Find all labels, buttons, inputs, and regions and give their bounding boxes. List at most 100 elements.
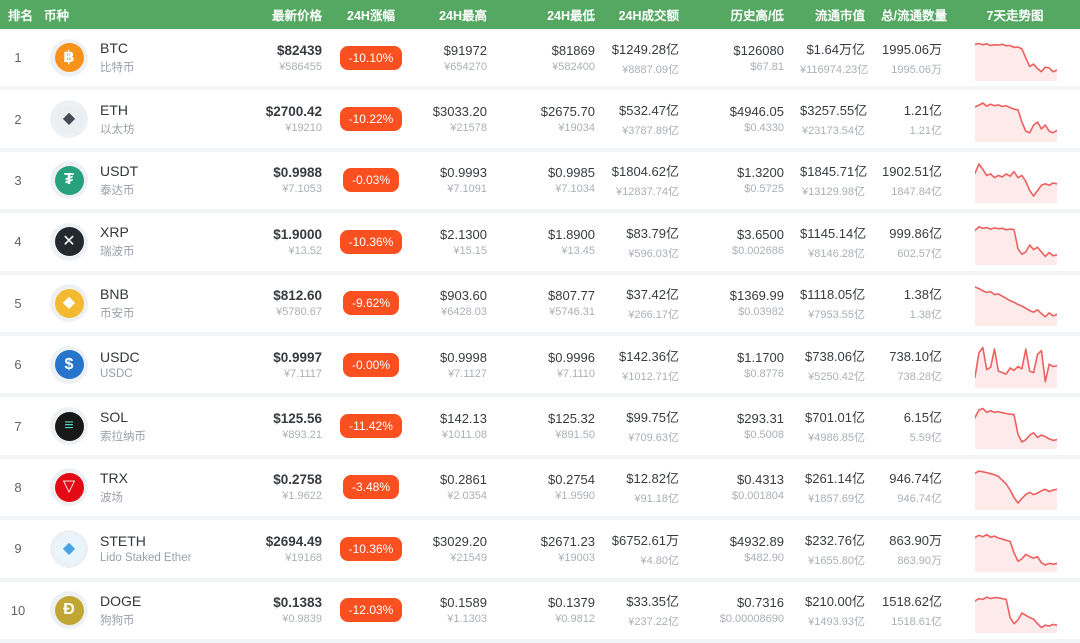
- price-cny: ¥586455: [258, 61, 322, 73]
- low-usd: $2675.70: [503, 104, 595, 119]
- coin-icon-halo: $: [50, 346, 88, 384]
- coin-icon-halo: ◆: [50, 284, 88, 322]
- high-cell: $903.60 ¥6428.03: [412, 288, 495, 318]
- volume-usd: $12.82亿: [611, 468, 679, 487]
- ath-value: $4946.05: [695, 104, 784, 119]
- ath-atl-cell: $1.1700 $0.8776: [687, 350, 792, 380]
- latest-price-cell: $82439 ¥586455: [250, 43, 330, 73]
- change-badge: -0.03%: [343, 168, 399, 192]
- volume-cell: $142.36亿 ¥1012.71亿: [603, 346, 687, 384]
- volume-cell: $12.82亿 ¥91.18亿: [603, 468, 687, 506]
- change-cell: -10.36%: [330, 537, 412, 561]
- low-usd: $807.77: [503, 288, 595, 303]
- market-cap-cell: $3257.55亿 ¥23173.54亿: [792, 100, 873, 138]
- table-header: 排名 币种 最新价格 24H涨幅 24H最高 24H最低 24H成交额 历史高/…: [0, 0, 1080, 29]
- trend-cell: [950, 342, 1080, 388]
- table-row[interactable]: 2 ◆ ETH 以太坊 $2700.42 ¥19210 -10.22% $303…: [0, 90, 1080, 151]
- volume-cny: ¥12837.74亿: [611, 183, 679, 199]
- change-badge: -10.36%: [340, 230, 403, 254]
- supply-cell: 1.21亿 1.21亿: [873, 100, 950, 138]
- coin-name: 比特币: [100, 59, 135, 75]
- price-cny: ¥7.1053: [258, 183, 322, 195]
- low-usd: $81869: [503, 43, 595, 58]
- change-badge: -0.00%: [343, 353, 399, 377]
- change-cell: -10.22%: [330, 107, 412, 131]
- volume-cny: ¥8887.09亿: [611, 61, 679, 77]
- coin-name: 泰达币: [100, 182, 138, 198]
- ath-value: $4932.89: [695, 534, 784, 549]
- supply-circulating: 1.21亿: [881, 122, 942, 138]
- coin-cell[interactable]: ₮ USDT 泰达币: [36, 161, 250, 199]
- table-row[interactable]: 1 ฿ BTC 比特币 $82439 ¥586455 -10.10% $9197…: [0, 29, 1080, 90]
- mcap-usd: $1845.71亿: [800, 161, 865, 180]
- coin-cell[interactable]: ✕ XRP 瑞波币: [36, 223, 250, 261]
- rank-value: 2: [0, 112, 36, 127]
- coin-symbol: SOL: [100, 409, 146, 425]
- change-cell: -10.10%: [330, 46, 412, 70]
- high-cny: ¥2.0354: [420, 490, 487, 502]
- coin-symbol: DOGE: [100, 593, 141, 609]
- coin-icon-halo: ▽: [50, 468, 88, 506]
- sparkline-chart: [975, 280, 1057, 326]
- high-cny: ¥7.1091: [420, 183, 487, 195]
- column-header-athl: 历史高/低: [687, 5, 792, 24]
- high-cny: ¥7.1127: [420, 368, 487, 380]
- table-row[interactable]: 7 ≡ SOL 索拉纳币 $125.56 ¥893.21 -11.42% $14…: [0, 397, 1080, 458]
- table-row[interactable]: 8 ▽ TRX 波场 $0.2758 ¥1.9622 -3.48% $0.286…: [0, 459, 1080, 520]
- price-cny: ¥1.9622: [258, 490, 322, 502]
- coin-symbol: TRX: [100, 470, 128, 486]
- high-cny: ¥21549: [420, 552, 487, 564]
- volume-cny: ¥266.17亿: [611, 306, 679, 322]
- coin-cell[interactable]: ≡ SOL 索拉纳币: [36, 407, 250, 445]
- high-cny: ¥21578: [420, 122, 487, 134]
- coin-cell[interactable]: ◆ BNB 币安币: [36, 284, 250, 322]
- trx-coin-icon: ▽: [55, 473, 84, 502]
- coin-cell[interactable]: $ USDC USDC: [36, 346, 250, 384]
- ath-atl-cell: $1369.99 $0.03982: [687, 288, 792, 318]
- table-row[interactable]: 3 ₮ USDT 泰达币 $0.9988 ¥7.1053 -0.03% $0.9…: [0, 152, 1080, 213]
- coin-cell[interactable]: ▽ TRX 波场: [36, 468, 250, 506]
- atl-value: $0.001804: [695, 490, 784, 502]
- column-header-change: 24H涨幅: [330, 5, 412, 24]
- high-cell: $3029.20 ¥21549: [412, 534, 495, 564]
- coin-cell[interactable]: ◆ ETH 以太坊: [36, 100, 250, 138]
- low-cny: ¥582400: [503, 61, 595, 73]
- low-cell: $125.32 ¥891.50: [495, 411, 603, 441]
- coin-cell[interactable]: ◆ STETH Lido Staked Ether: [36, 530, 250, 568]
- volume-usd: $142.36亿: [611, 346, 679, 365]
- change-badge: -3.48%: [343, 475, 399, 499]
- ath-atl-cell: $4946.05 $0.4330: [687, 104, 792, 134]
- supply-circulating: 1518.61亿: [881, 613, 942, 629]
- volume-cny: ¥1012.71亿: [611, 368, 679, 384]
- supply-cell: 1902.51亿 1847.84亿: [873, 161, 950, 199]
- low-usd: $0.1379: [503, 595, 595, 610]
- high-cell: $142.13 ¥1011.08: [412, 411, 495, 441]
- table-row[interactable]: 10 Ð DOGE 狗狗币 $0.1383 ¥0.9839 -12.03% $0…: [0, 582, 1080, 643]
- volume-usd: $1804.62亿: [611, 161, 679, 180]
- table-row[interactable]: 4 ✕ XRP 瑞波币 $1.9000 ¥13.52 -10.36% $2.13…: [0, 213, 1080, 274]
- steth-coin-icon: ◆: [55, 534, 84, 563]
- coin-icon-halo: Ð: [50, 591, 88, 629]
- low-cell: $2675.70 ¥19034: [495, 104, 603, 134]
- change-cell: -0.03%: [330, 168, 412, 192]
- high-cell: $0.1589 ¥1.1303: [412, 595, 495, 625]
- supply-total: 999.86亿: [881, 223, 942, 242]
- coin-symbol: XRP: [100, 224, 135, 240]
- table-body: 1 ฿ BTC 比特币 $82439 ¥586455 -10.10% $9197…: [0, 29, 1080, 643]
- latest-price-cell: $0.2758 ¥1.9622: [250, 472, 330, 502]
- low-cny: ¥13.45: [503, 245, 595, 257]
- market-cap-cell: $232.76亿 ¥1655.80亿: [792, 530, 873, 568]
- table-row[interactable]: 6 $ USDC USDC $0.9997 ¥7.1117 -0.00% $0.…: [0, 336, 1080, 397]
- table-row[interactable]: 5 ◆ BNB 币安币 $812.60 ¥5780.67 -9.62% $903…: [0, 275, 1080, 336]
- atl-value: $0.5008: [695, 429, 784, 441]
- high-cny: ¥6428.03: [420, 306, 487, 318]
- volume-usd: $6752.61万: [611, 530, 679, 549]
- rank-value: 6: [0, 357, 36, 372]
- low-cny: ¥891.50: [503, 429, 595, 441]
- volume-usd: $83.79亿: [611, 223, 679, 242]
- coin-cell[interactable]: ฿ BTC 比特币: [36, 39, 250, 77]
- low-usd: $125.32: [503, 411, 595, 426]
- coin-cell[interactable]: Ð DOGE 狗狗币: [36, 591, 250, 629]
- trend-cell: [950, 526, 1080, 572]
- table-row[interactable]: 9 ◆ STETH Lido Staked Ether $2694.49 ¥19…: [0, 520, 1080, 581]
